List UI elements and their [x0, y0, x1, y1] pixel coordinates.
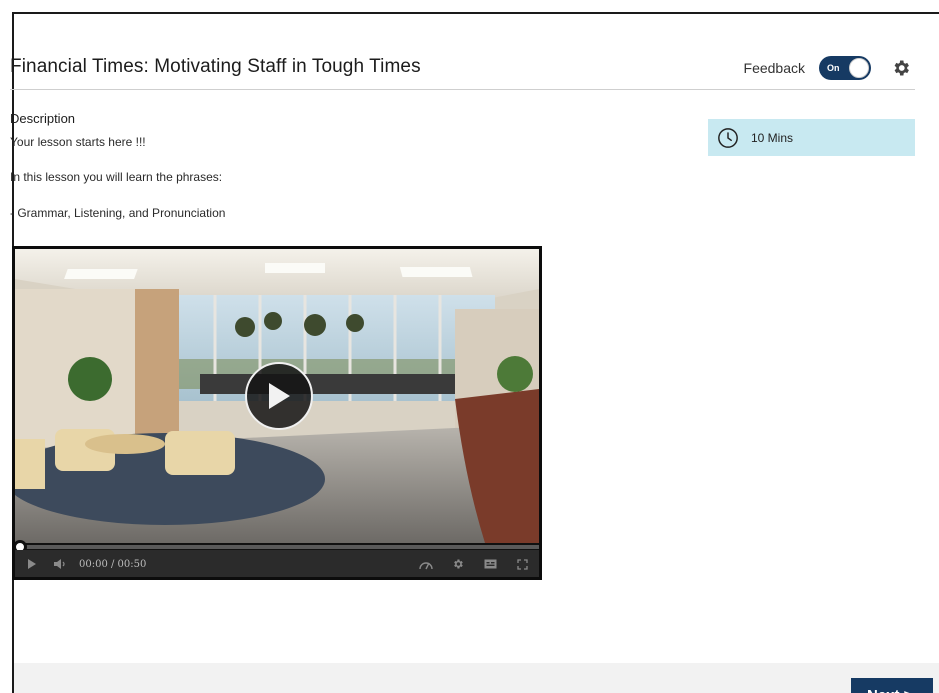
video-settings-button[interactable]	[447, 553, 469, 575]
gear-icon	[454, 559, 463, 569]
next-button[interactable]: Next >	[851, 678, 933, 693]
gear-icon[interactable]	[891, 58, 911, 78]
time-display: 00:00 / 00:50	[79, 558, 147, 570]
page-title: Financial Times: Motivating Staff in Tou…	[10, 56, 421, 77]
speedometer-icon	[419, 562, 433, 570]
description-line: - Grammar, Listening, and Pronunciation	[10, 206, 226, 220]
fullscreen-button[interactable]	[511, 553, 533, 575]
description-heading: Description	[10, 111, 76, 126]
video-player[interactable]: 00:00 / 00:50	[12, 246, 542, 580]
clock-icon	[718, 127, 738, 148]
fullscreen-icon	[516, 558, 528, 570]
duration-text: 10 Mins	[751, 130, 794, 145]
toggle-state-label: On	[827, 63, 840, 73]
feedback-label: Feedback	[743, 60, 805, 76]
playback-speed-button[interactable]	[415, 553, 437, 575]
volume-button[interactable]	[49, 553, 71, 575]
video-controls: 00:00 / 00:50	[15, 550, 539, 577]
play-button[interactable]	[245, 362, 313, 430]
feedback-control: Feedback On	[744, 54, 911, 82]
captions-button[interactable]	[479, 553, 501, 575]
play-control-button[interactable]	[21, 553, 43, 575]
volume-icon	[54, 559, 65, 569]
feedback-toggle[interactable]: On	[819, 56, 871, 80]
captions-icon	[484, 559, 496, 569]
description-line: Your lesson starts here !!!	[10, 135, 146, 149]
lesson-footer: Next >	[14, 663, 939, 693]
duration-badge: 10 Mins	[708, 119, 915, 156]
play-icon	[269, 383, 290, 409]
toggle-knob	[849, 58, 869, 78]
play-icon	[28, 559, 36, 569]
lesson-header: Financial Times: Motivating Staff in Tou…	[10, 52, 915, 90]
description-line: In this lesson you will learn the phrase…	[10, 170, 223, 184]
progress-bar[interactable]	[15, 540, 539, 554]
